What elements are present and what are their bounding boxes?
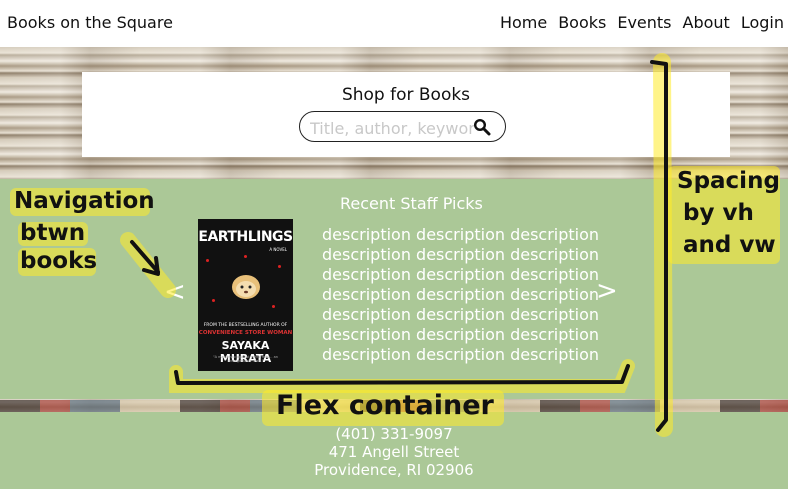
- spacing-line-highlight: [653, 53, 673, 437]
- annotation-marks: [120, 53, 673, 437]
- arrow-highlight: [120, 232, 176, 298]
